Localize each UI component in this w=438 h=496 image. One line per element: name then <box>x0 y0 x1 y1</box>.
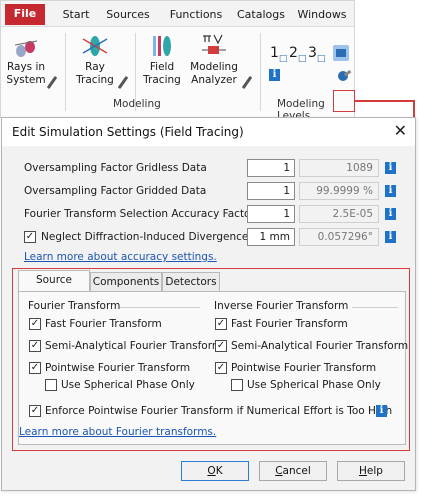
neglect-divergence-label: Neglect Diffraction-Induced Divergence <box>41 231 249 243</box>
semi-analytical-ft-checkbox[interactable]: ✓ <box>29 340 41 352</box>
level-1-button[interactable]: 1□ <box>270 45 287 64</box>
enforce-pointwise-label: Enforce Pointwise Fourier Transform if N… <box>45 405 393 417</box>
oversampling-gridless-input[interactable]: 1 <box>247 159 295 177</box>
highlight-box <box>333 90 355 112</box>
inverse-semi-analytical-ft-label: Semi-Analytical Fourier Transform <box>231 340 409 352</box>
info-icon[interactable]: i <box>269 69 280 81</box>
modeling-analyzer-icon <box>202 34 226 54</box>
level-2-button[interactable]: 2□ <box>289 45 306 64</box>
fourier-accuracy-label: Fourier Transform Selection Accuracy Fac… <box>24 208 255 220</box>
oversampling-gridded-label: Oversampling Factor Gridded Data <box>24 185 207 197</box>
neglect-divergence-input[interactable]: 1 mm <box>247 228 295 246</box>
callout-line <box>355 100 414 102</box>
close-icon[interactable]: ✕ <box>394 122 407 140</box>
info-icon[interactable]: i <box>385 208 396 220</box>
oversampling-gridded-result: 99.9999 % <box>299 182 379 200</box>
tab-start[interactable]: Start <box>59 5 93 25</box>
field-tracing-label: Field Tracing <box>143 61 181 86</box>
inverse-fft-label: Fast Fourier Transform <box>231 318 348 330</box>
pencil-icon[interactable] <box>46 75 58 90</box>
inverse-fft-checkbox[interactable]: ✓ <box>215 318 227 330</box>
dialog-title: Edit Simulation Settings (Field Tracing) <box>12 125 244 139</box>
field-tracing-button[interactable]: Field Tracing <box>141 33 183 87</box>
rays-in-system-icon <box>14 40 38 57</box>
cancel-button[interactable]: Cancel <box>259 461 327 481</box>
tab-file[interactable]: File <box>5 4 45 25</box>
inverse-semi-analytical-ft-checkbox[interactable]: ✓ <box>215 340 227 352</box>
ribbon: File Start Sources Functions Catalogs Wi… <box>0 0 355 122</box>
pencil-icon[interactable] <box>117 75 129 90</box>
divider <box>260 33 261 111</box>
fourier-group-title: Fourier Transform <box>28 300 121 312</box>
oversampling-gridded-input[interactable]: 1 <box>247 182 295 200</box>
spherical-phase-checkbox[interactable] <box>45 379 57 391</box>
inverse-spherical-phase-checkbox[interactable] <box>231 379 243 391</box>
neglect-divergence-result: 0.057296° <box>299 228 379 246</box>
ribbon-panel: Rays in System Ray Tracing Field Tracing <box>1 26 354 122</box>
oversampling-gridless-result: 1089 <box>299 159 379 177</box>
info-icon[interactable]: i <box>385 162 396 174</box>
fourier-accuracy-input[interactable]: 1 <box>247 205 295 223</box>
fourier-accuracy-result: 2.5E-05 <box>299 205 379 223</box>
rays-in-system-label: Rays in System <box>6 61 46 86</box>
inverse-spherical-phase-label: Use Spherical Phase Only <box>247 379 381 391</box>
fft-label: Fast Fourier Transform <box>45 318 162 330</box>
level-settings-icon[interactable] <box>333 45 349 61</box>
tab-functions[interactable]: Functions <box>165 5 227 25</box>
ribbon-tabs: File Start Sources Functions Catalogs Wi… <box>1 1 354 26</box>
ok-button[interactable]: OK <box>181 461 249 481</box>
oversampling-gridless-label: Oversampling Factor Gridless Data <box>24 162 207 174</box>
tab-windows[interactable]: Windows <box>294 5 350 25</box>
divider <box>65 33 66 111</box>
semi-analytical-ft-label: Semi-Analytical Fourier Transform <box>45 340 223 352</box>
neglect-divergence-checkbox[interactable]: ✓ <box>24 231 36 243</box>
wrench-icon[interactable] <box>337 69 352 82</box>
group-divider <box>352 307 398 308</box>
tab-sources[interactable]: Sources <box>103 5 153 25</box>
ray-tracing-label: Ray Tracing <box>76 61 114 86</box>
pointwise-ft-label: Pointwise Fourier Transform <box>45 362 191 374</box>
dialog-titlebar: Edit Simulation Settings (Field Tracing)… <box>2 118 415 146</box>
ray-tracing-button[interactable]: Ray Tracing <box>73 33 117 87</box>
info-icon[interactable]: i <box>385 231 396 243</box>
inverse-pointwise-ft-checkbox[interactable]: ✓ <box>215 362 227 374</box>
rays-in-system-button[interactable]: Rays in System <box>4 37 48 87</box>
help-button[interactable]: Help <box>337 461 405 481</box>
spherical-phase-label: Use Spherical Phase Only <box>61 379 195 391</box>
fourier-transforms-link[interactable]: Learn more about Fourier transforms. <box>19 426 216 438</box>
modeling-analyzer-button[interactable]: Modeling Analyzer <box>187 31 241 87</box>
info-icon[interactable]: i <box>385 185 396 197</box>
modeling-analyzer-label: Modeling Analyzer <box>190 61 238 86</box>
fft-checkbox[interactable]: ✓ <box>29 318 41 330</box>
level-3-button[interactable]: 3□ <box>308 45 325 64</box>
inverse-fourier-group-title: Inverse Fourier Transform <box>214 300 349 312</box>
inverse-pointwise-ft-label: Pointwise Fourier Transform <box>231 362 377 374</box>
field-tracing-icon <box>153 36 171 56</box>
tab-source-modes[interactable]: Source Modes <box>18 270 90 304</box>
simulation-settings-dialog: Edit Simulation Settings (Field Tracing)… <box>1 117 416 491</box>
group-divider <box>120 307 200 308</box>
pointwise-ft-checkbox[interactable]: ✓ <box>29 362 41 374</box>
accuracy-settings-link[interactable]: Learn more about accuracy settings. <box>24 251 217 263</box>
pencil-icon[interactable] <box>241 75 253 90</box>
tab-detectors[interactable]: Detectors <box>162 272 220 292</box>
tab-components[interactable]: Components <box>90 272 162 292</box>
info-icon[interactable]: i <box>376 405 387 417</box>
tab-catalogs[interactable]: Catalogs <box>233 5 289 25</box>
enforce-pointwise-checkbox[interactable]: ✓ <box>29 405 41 417</box>
group-label-modeling: Modeling <box>113 98 161 110</box>
ray-tracing-icon <box>82 36 108 56</box>
